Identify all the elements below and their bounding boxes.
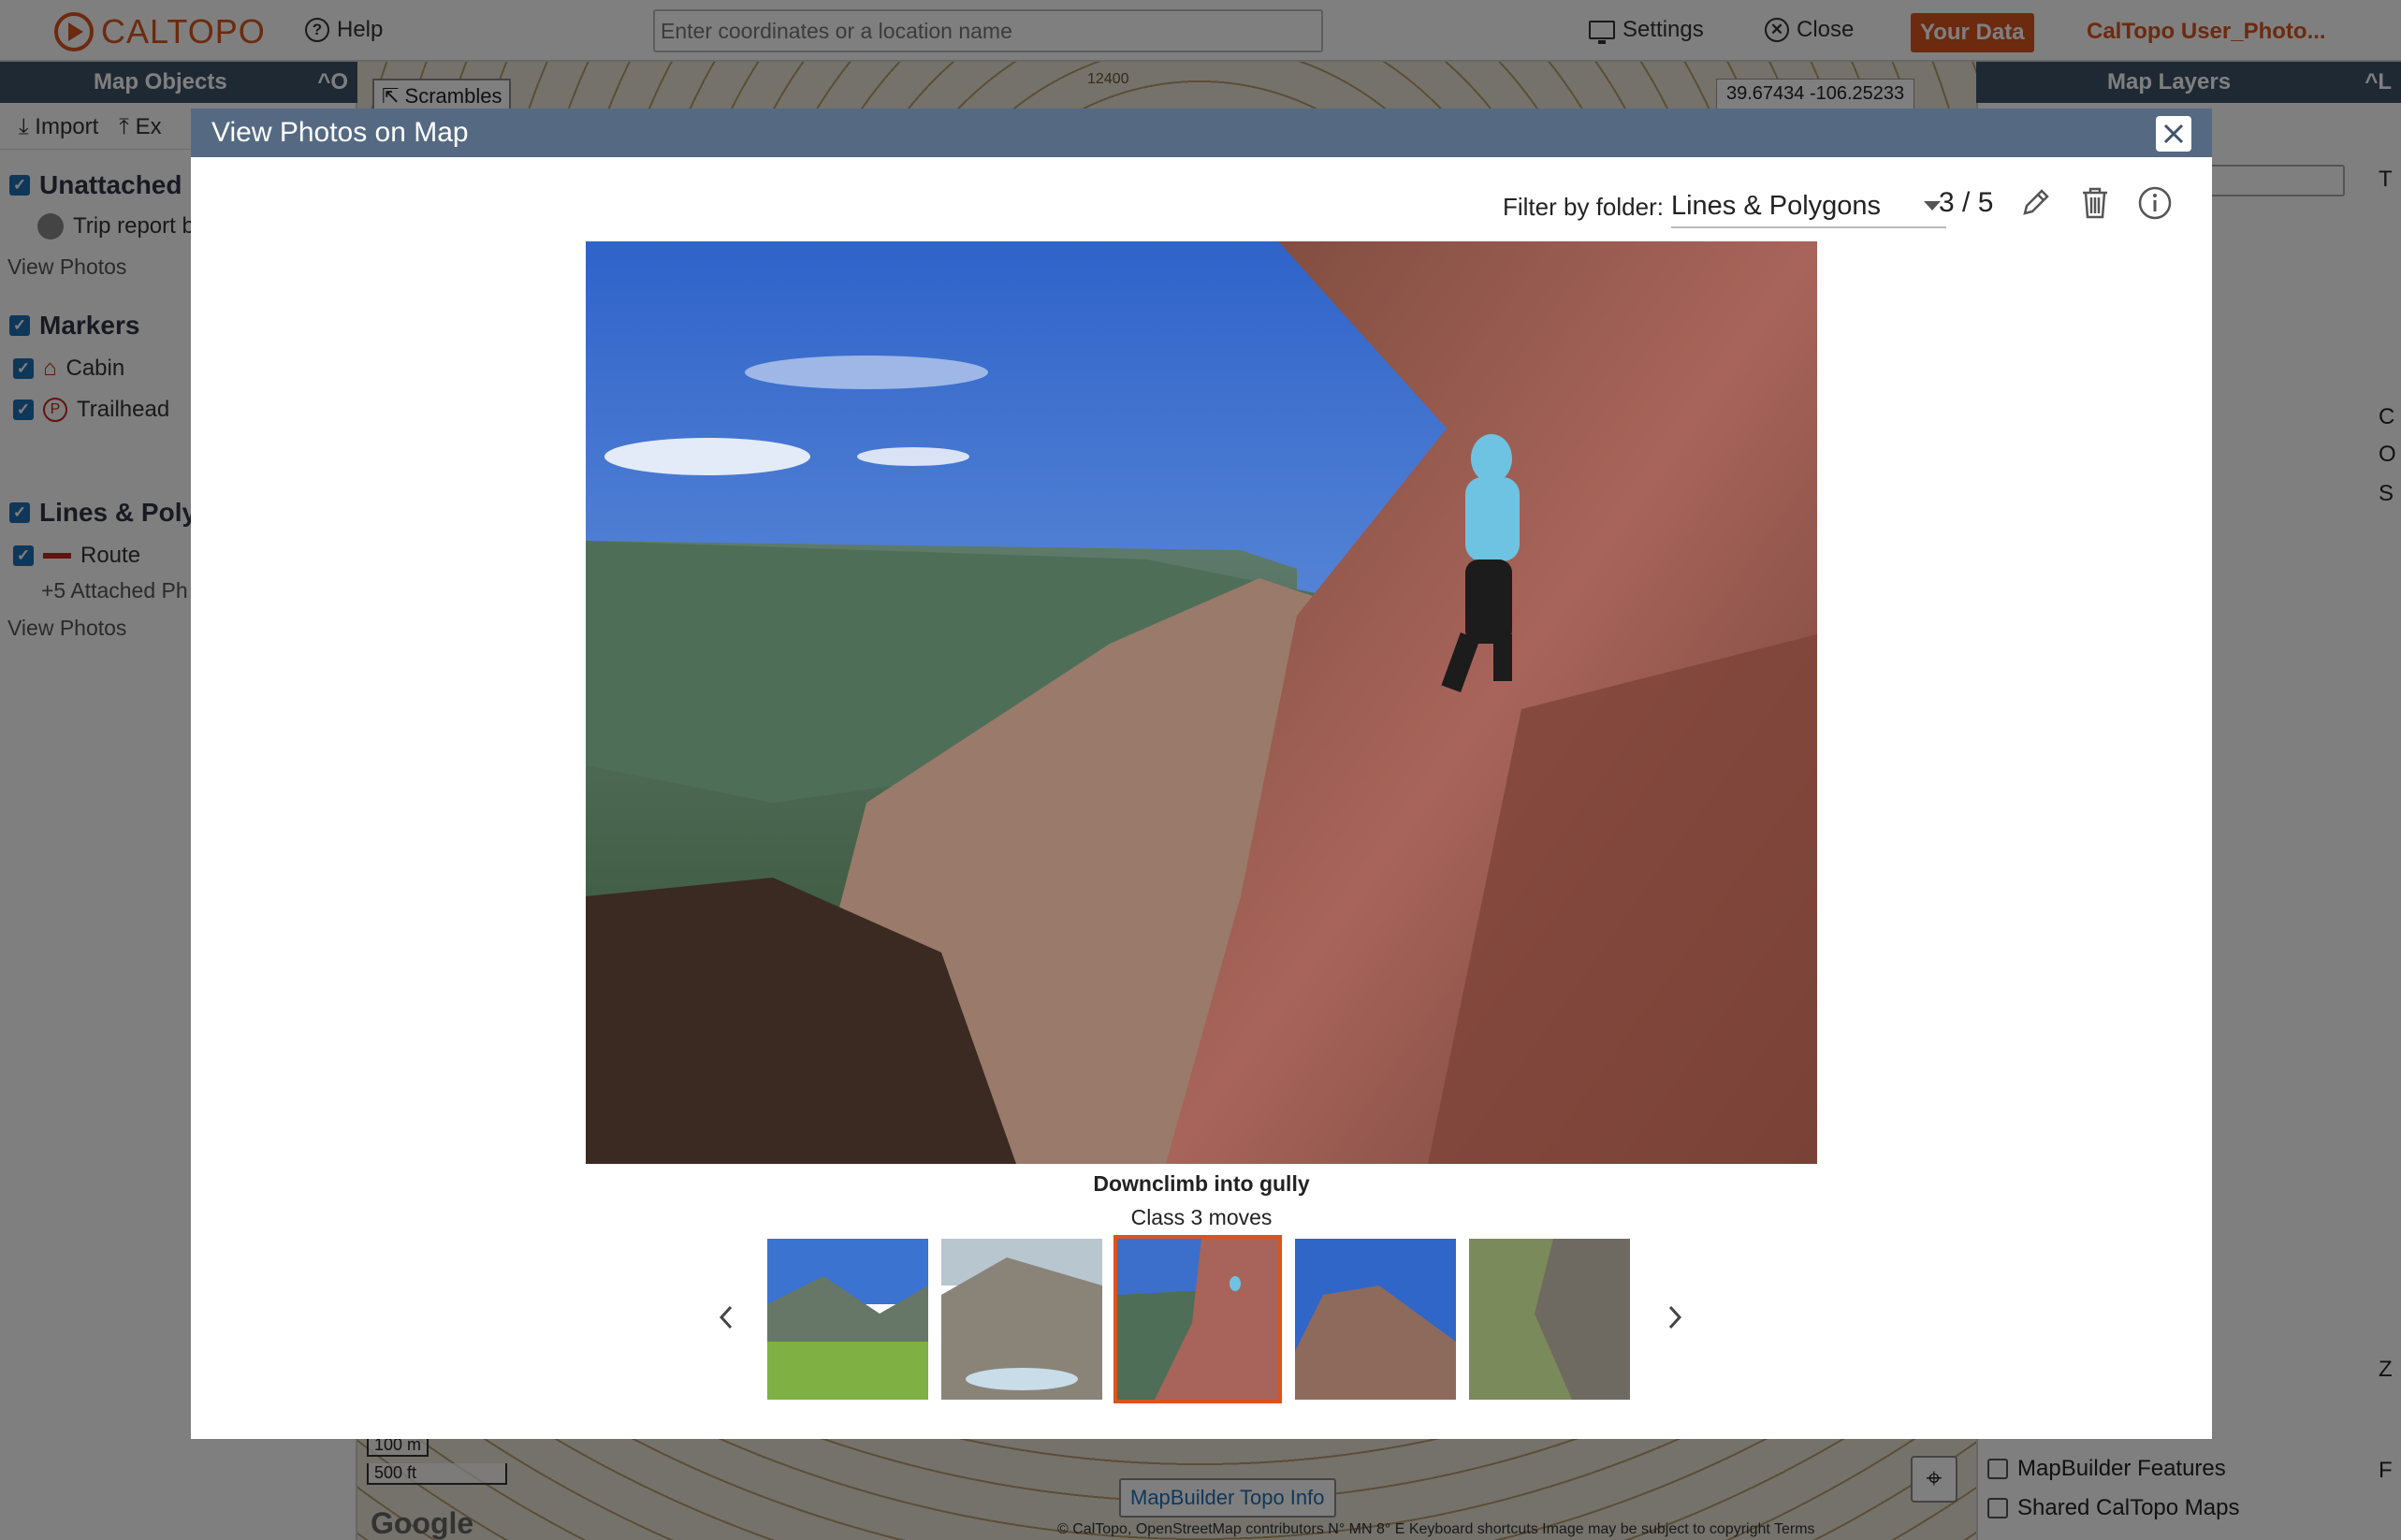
chevron-left-icon — [719, 1305, 733, 1329]
modal-close-button[interactable] — [2156, 116, 2191, 152]
main-photo — [586, 241, 1817, 1164]
photo-counter: 3 / 5 — [1939, 187, 1994, 218]
folder-select[interactable]: Lines & Polygons — [1670, 185, 1946, 228]
modal-title: View Photos on Map — [211, 117, 469, 148]
photo-thumbnail-1[interactable] — [767, 1239, 928, 1400]
climber-on-rock-photo — [586, 241, 1817, 1164]
filter-label: Filter by folder: — [1503, 192, 1664, 221]
rocky-slope-thumbnail — [1469, 1239, 1630, 1400]
edit-button[interactable] — [2015, 183, 2055, 223]
photo-caption: Class 3 moves — [1130, 1205, 1273, 1229]
info-button[interactable] — [2135, 183, 2175, 223]
previous-photo-button[interactable] — [707, 1289, 745, 1345]
climber-thumbnail — [1117, 1239, 1278, 1400]
pencil-icon — [2023, 189, 2049, 215]
folder-select-value: Lines & Polygons — [1670, 190, 1882, 221]
photo-thumbnail-3[interactable] — [1113, 1235, 1282, 1403]
modal-header: View Photos on Map — [191, 109, 2212, 157]
view-photos-modal: View Photos on Map Filter by folder: Lin… — [191, 109, 2212, 1439]
photo-title: Downclimb into gully — [1093, 1171, 1310, 1196]
talus-thumbnail — [941, 1239, 1102, 1400]
photo-thumbnail-5[interactable] — [1469, 1239, 1630, 1400]
summit-ridge-thumbnail — [1295, 1239, 1456, 1400]
next-photo-button[interactable] — [1656, 1289, 1694, 1345]
trash-icon — [2083, 187, 2107, 219]
photo-thumbnail-4[interactable] — [1295, 1239, 1456, 1400]
folder-filter: Filter by folder: Lines & Polygons — [1503, 185, 1946, 228]
chevron-right-icon — [1668, 1305, 1682, 1329]
close-icon — [2163, 123, 2184, 144]
meadow-thumbnail — [767, 1239, 928, 1400]
info-icon — [2138, 186, 2172, 220]
delete-button[interactable] — [2075, 183, 2115, 223]
photo-thumbnail-2[interactable] — [941, 1239, 1102, 1400]
